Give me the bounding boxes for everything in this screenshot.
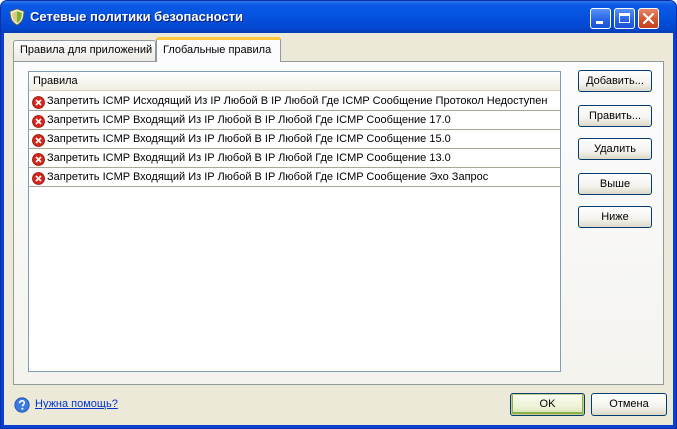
close-icon xyxy=(642,12,655,25)
deny-icon xyxy=(32,153,45,166)
rule-text: Запретить ICMP Исходящий Из IP Любой В I… xyxy=(47,95,548,107)
tab-app-rules[interactable]: Правила для приложений xyxy=(13,40,156,61)
add-rule-button[interactable]: Добавить... xyxy=(578,70,652,92)
dialog-client-area: Правила для приложений Глобальные правил… xyxy=(4,33,673,425)
edit-rule-button[interactable]: Править... xyxy=(578,105,652,127)
delete-rule-button[interactable]: Удалить xyxy=(578,138,652,160)
help-link[interactable]: Нужна помощь? xyxy=(35,398,118,410)
move-up-button[interactable]: Выше xyxy=(578,173,652,195)
minimize-button[interactable] xyxy=(590,8,611,29)
rules-list[interactable]: Правила Запретить ICMP Исходящий Из IP Л… xyxy=(28,71,561,372)
rules-column-header[interactable]: Правила xyxy=(29,72,560,91)
rule-text: Запретить ICMP Входящий Из IP Любой В IP… xyxy=(47,114,451,126)
rule-row[interactable]: Запретить ICMP Входящий Из IP Любой В IP… xyxy=(29,149,560,168)
title-bar[interactable]: Сетевые политики безопасности xyxy=(1,1,676,33)
rule-text: Запретить ICMP Входящий Из IP Любой В IP… xyxy=(47,152,451,164)
rule-row[interactable]: Запретить ICMP Входящий Из IP Любой В IP… xyxy=(29,111,560,130)
rule-row[interactable]: Запретить ICMP Исходящий Из IP Любой В I… xyxy=(29,92,560,111)
rule-row[interactable]: Запретить ICMP Входящий Из IP Любой В IP… xyxy=(29,168,560,187)
rule-text: Запретить ICMP Входящий Из IP Любой В IP… xyxy=(47,171,489,183)
rule-row[interactable]: Запретить ICMP Входящий Из IP Любой В IP… xyxy=(29,130,560,149)
move-down-button[interactable]: Ниже xyxy=(578,206,652,228)
deny-icon xyxy=(32,134,45,147)
deny-icon xyxy=(32,172,45,185)
rule-text: Запретить ICMP Входящий Из IP Любой В IP… xyxy=(47,133,451,145)
deny-icon xyxy=(32,96,45,109)
tab-global-rules[interactable]: Глобальные правила xyxy=(156,37,281,62)
help-icon[interactable] xyxy=(14,397,30,413)
minimize-icon xyxy=(596,21,603,24)
shield-app-icon xyxy=(9,8,25,26)
tab-panel: Правила Запретить ICMP Исходящий Из IP Л… xyxy=(13,61,664,385)
rules-rows: Запретить ICMP Исходящий Из IP Любой В I… xyxy=(29,92,560,187)
close-window-button[interactable] xyxy=(638,8,659,29)
maximize-button[interactable] xyxy=(614,8,635,29)
dialog-window: Сетевые политики безопасности Правила дл… xyxy=(0,0,677,429)
window-title: Сетевые политики безопасности xyxy=(30,9,244,24)
deny-icon xyxy=(32,115,45,128)
maximize-icon xyxy=(619,13,630,23)
ok-button[interactable]: OK xyxy=(510,393,585,416)
cancel-button[interactable]: Отмена xyxy=(591,393,667,416)
